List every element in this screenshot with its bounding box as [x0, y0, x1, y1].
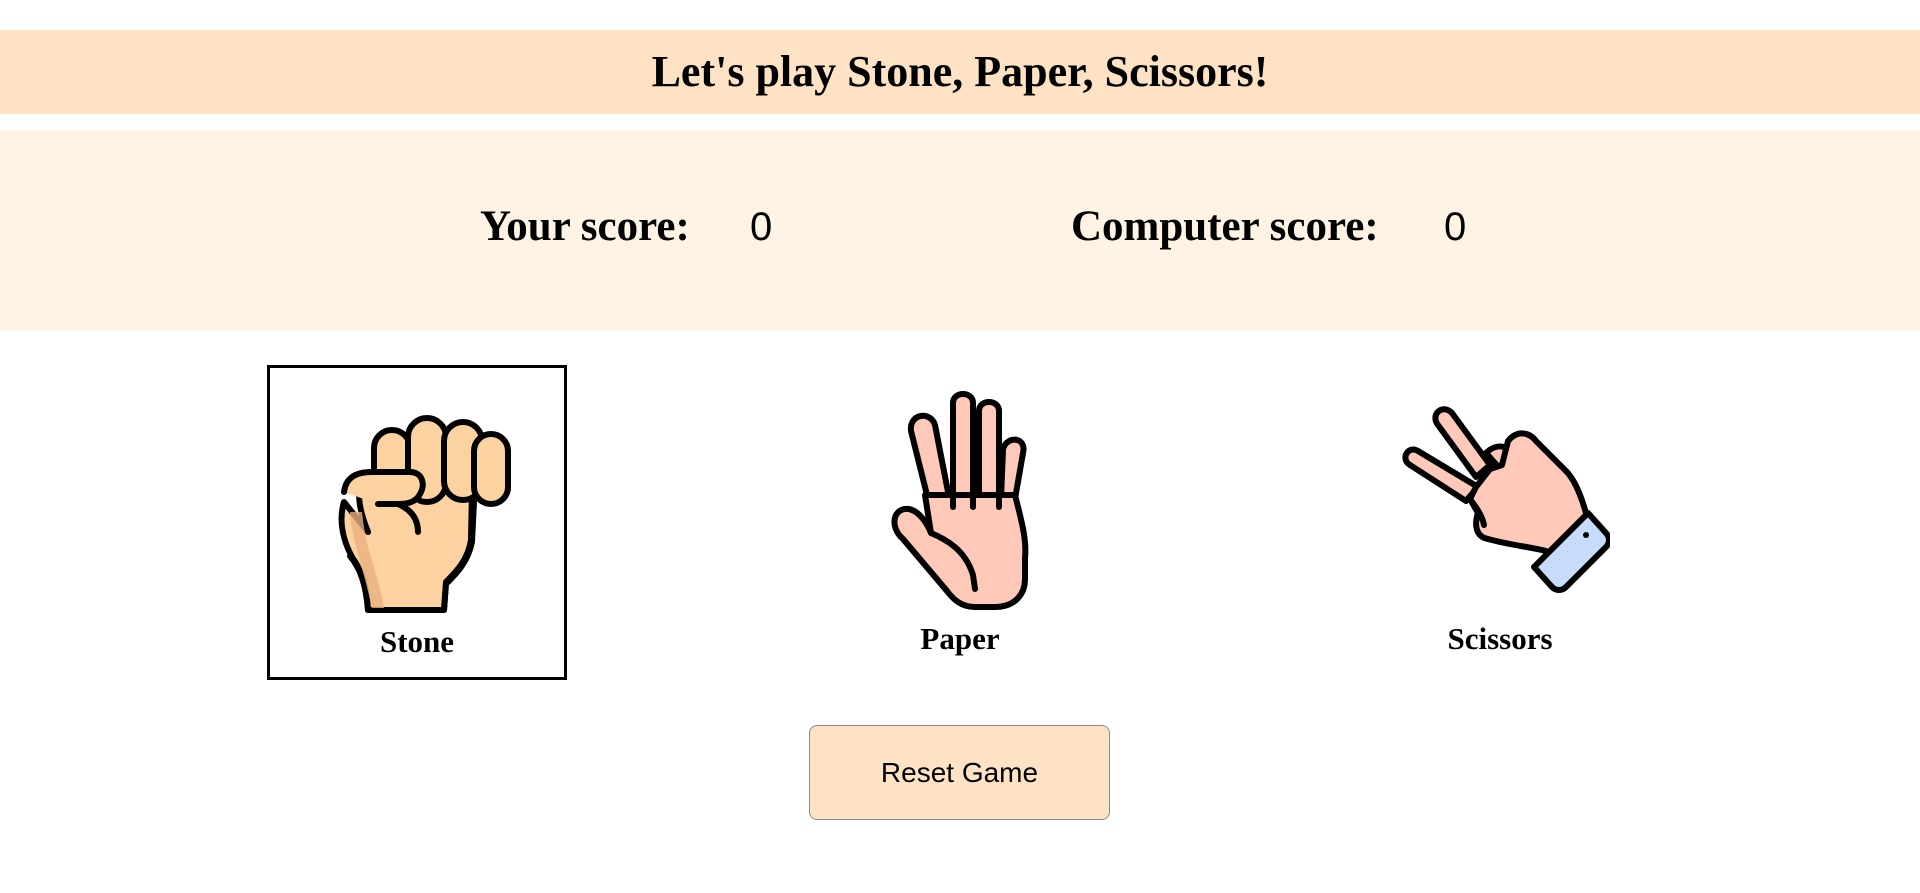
choice-stone[interactable]: Stone — [267, 365, 567, 680]
scoreboard — [0, 130, 1920, 331]
choice-scissors[interactable]: Scissors — [1350, 365, 1650, 680]
title-banner: Let's play Stone, Paper, Scissors! — [0, 30, 1920, 114]
fist-icon — [338, 415, 511, 613]
choice-stone-label: Stone — [379, 624, 455, 659]
open-hand-icon — [891, 391, 1029, 610]
page-title: Let's play Stone, Paper, Scissors! — [651, 47, 1269, 96]
player-score-label: Your score: — [480, 203, 690, 250]
choice-paper[interactable]: Paper — [810, 365, 1110, 680]
choice-scissors-label: Scissors — [1447, 621, 1553, 656]
choice-paper-label: Paper — [920, 621, 1000, 656]
computer-score-label: Computer score: — [1071, 203, 1379, 250]
computer-score-value: 0 — [1444, 205, 1467, 249]
reset-game-button[interactable]: Reset Game — [809, 725, 1110, 820]
player-score-value: 0 — [750, 205, 773, 249]
peace-hand-icon — [1402, 406, 1610, 593]
